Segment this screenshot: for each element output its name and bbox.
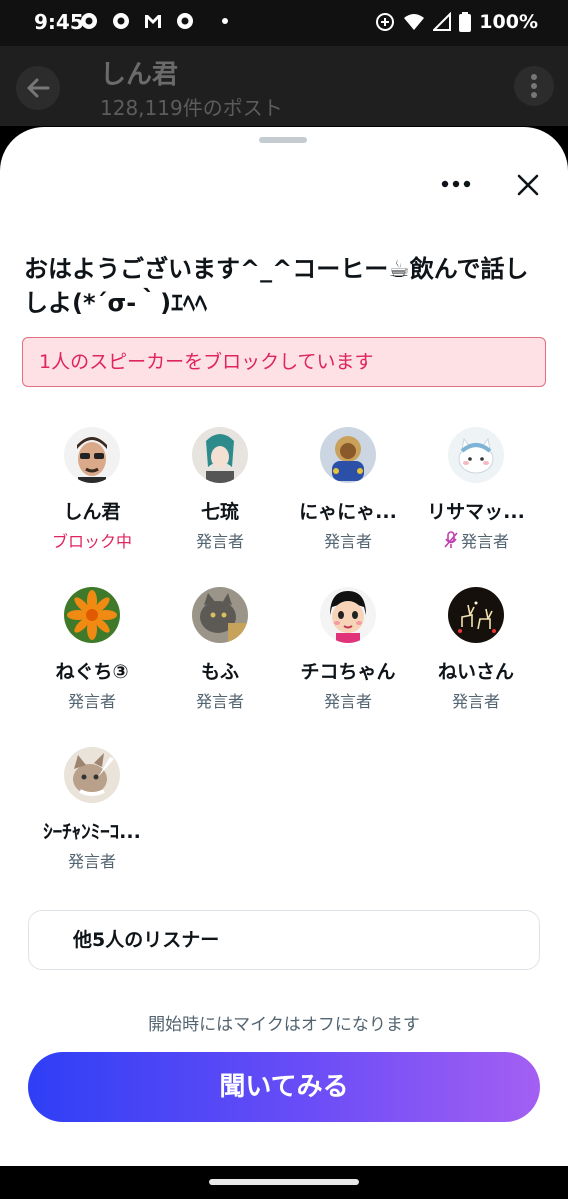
space-bottom-sheet: おはようございます^_^コーヒー☕飲んで話ししよ(*´σ-｀)ｴﾍﾍ 1人のスピ… bbox=[0, 127, 568, 1166]
speaker-role: 発言者 bbox=[412, 528, 540, 552]
speaker-item[interactable]: しん君 ブロック中 bbox=[28, 427, 156, 552]
close-button[interactable] bbox=[506, 163, 550, 207]
avatar bbox=[192, 587, 248, 643]
wifi-icon bbox=[404, 14, 425, 30]
sheet-more-button[interactable] bbox=[432, 163, 480, 203]
speaker-name: リサマッ... bbox=[427, 501, 525, 523]
speaker-role: ブロック中 bbox=[51, 532, 132, 551]
notification-dot bbox=[222, 18, 228, 24]
status-system-icons: 100% bbox=[375, 11, 538, 33]
speaker-role: 発言者 bbox=[451, 692, 500, 711]
status-bar: 9:45 100% bbox=[0, 0, 568, 46]
speaker-role: 発言者 bbox=[67, 692, 116, 711]
arrow-left-icon bbox=[27, 78, 50, 98]
chrome-icon bbox=[177, 13, 193, 29]
signal-icon bbox=[433, 12, 452, 31]
speaker-name: もふ bbox=[200, 661, 239, 683]
speaker-name: ねいさん bbox=[437, 661, 514, 683]
speaker-item[interactable]: リサマッ... 発言者 bbox=[412, 427, 540, 552]
speaker-item[interactable]: 七琉 発言者 bbox=[156, 427, 284, 552]
vertical-ellipsis-icon bbox=[531, 74, 537, 98]
status-time: 9:45 bbox=[34, 10, 84, 34]
speaker-item[interactable]: ｼｰﾁｬﾝﾐｰｺ... 発言者 bbox=[28, 747, 156, 872]
battery-icon bbox=[459, 12, 472, 32]
back-button[interactable] bbox=[16, 66, 60, 110]
speaker-name: ｼｰﾁｬﾝﾐｰｺ... bbox=[43, 821, 141, 843]
data-saver-icon bbox=[376, 13, 395, 31]
speaker-item[interactable]: ねぐち③ 発言者 bbox=[28, 587, 156, 712]
speaker-role: 発言者 bbox=[323, 532, 372, 551]
speaker-item[interactable]: にゃにゃ... 発言者 bbox=[284, 427, 412, 552]
system-navigation-bar bbox=[0, 1166, 568, 1199]
background-profile-header: しん君 128,119件のポスト bbox=[0, 46, 568, 126]
drag-handle[interactable] bbox=[259, 137, 307, 143]
listen-button[interactable]: 聞いてみる bbox=[28, 1052, 540, 1122]
speaker-name: しん君 bbox=[63, 501, 121, 523]
profile-name: しん君 bbox=[100, 60, 179, 90]
mic-off-note: 開始時にはマイクはオフになります bbox=[148, 1015, 420, 1035]
home-gesture-pill[interactable] bbox=[209, 1179, 359, 1185]
avatar bbox=[320, 427, 376, 483]
avatar bbox=[448, 427, 504, 483]
avatar bbox=[64, 587, 120, 643]
avatar bbox=[448, 587, 504, 643]
speaker-item[interactable]: ねいさん 発言者 bbox=[412, 587, 540, 712]
post-count: 128,119件のポスト bbox=[100, 96, 283, 120]
close-icon bbox=[517, 174, 539, 196]
avatar bbox=[320, 587, 376, 643]
battery-percent: 100% bbox=[479, 11, 538, 33]
speaker-role: 発言者 bbox=[67, 852, 116, 871]
speaker-name: 七琉 bbox=[200, 501, 239, 523]
avatar bbox=[192, 427, 248, 483]
speaker-role: 発言者 bbox=[323, 692, 372, 711]
mic-muted-icon bbox=[444, 531, 458, 548]
chrome-icon bbox=[81, 13, 97, 29]
status-notification-icons bbox=[80, 12, 228, 30]
speaker-name: ねぐち③ bbox=[55, 661, 129, 683]
listeners-row[interactable]: 他5人のリスナー bbox=[28, 910, 540, 970]
more-options-button[interactable] bbox=[514, 66, 554, 106]
speaker-item[interactable]: チコちゃん 発言者 bbox=[284, 587, 412, 712]
speaker-name: にゃにゃ... bbox=[299, 501, 397, 523]
chrome-icon bbox=[113, 13, 129, 29]
space-title: おはようございます^_^コーヒー☕飲んで話ししよ(*´σ-｀)ｴﾍﾍ bbox=[24, 255, 529, 317]
gmail-icon bbox=[145, 15, 161, 28]
speaker-role: 発言者 bbox=[195, 532, 244, 551]
avatar bbox=[64, 747, 120, 803]
speaker-role-text: 発言者 bbox=[460, 532, 509, 551]
blocked-speaker-banner: 1人のスピーカーをブロックしています bbox=[22, 337, 546, 387]
avatar bbox=[64, 427, 120, 483]
speaker-name: チコちゃん bbox=[300, 661, 396, 683]
horizontal-ellipsis-icon bbox=[441, 180, 471, 188]
speaker-item[interactable]: もふ 発言者 bbox=[156, 587, 284, 712]
speaker-role: 発言者 bbox=[195, 692, 244, 711]
